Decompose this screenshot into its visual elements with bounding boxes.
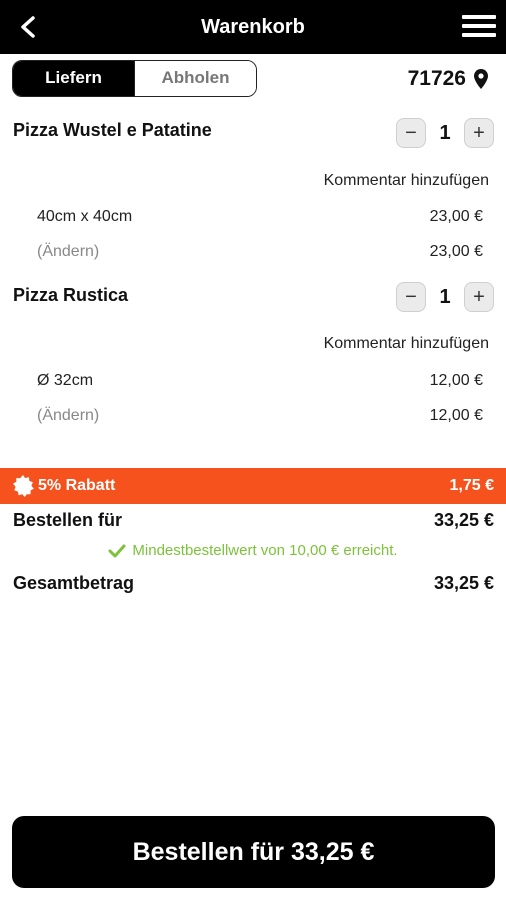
zip-code: 71726	[407, 67, 466, 90]
item-total: 12,00 €	[429, 407, 483, 424]
page-title: Warenkorb	[201, 16, 305, 38]
item-size-price: 12,00 €	[429, 372, 483, 389]
total-label: Gesamtbetrag	[13, 573, 135, 593]
delivery-mode-toggle: Liefern Abholen	[12, 60, 257, 97]
order-for-label: Bestellen für	[13, 510, 123, 530]
order-for-amount: 33,25 €	[433, 510, 494, 530]
item-size-price: 23,00 €	[429, 208, 483, 225]
checkmark-icon	[108, 544, 126, 557]
discount-label: 5% Rabatt	[38, 477, 116, 494]
total-amount: 33,25 €	[433, 573, 494, 593]
item-size: 40cm x 40cm	[37, 208, 133, 225]
tab-deliver[interactable]: Liefern	[13, 61, 134, 96]
add-comment-link[interactable]: Kommentar hinzufügen	[324, 172, 489, 190]
item-size: Ø 32cm	[37, 372, 94, 389]
add-comment-link[interactable]: Kommentar hinzufügen	[324, 335, 489, 353]
quantity-stepper: − 1 +	[396, 117, 494, 149]
place-order-button[interactable]: Bestellen für 33,25 €	[12, 816, 495, 888]
quantity-stepper: − 1 +	[396, 281, 494, 313]
discount-badge-icon	[13, 475, 34, 497]
hamburger-menu-icon[interactable]	[462, 15, 496, 39]
cart-item-name: Pizza Rustica	[13, 285, 129, 305]
min-order-note: Mindestbestellwert von 10,00 € erreicht.	[0, 542, 506, 559]
discount-amount: 1,75 €	[449, 477, 494, 494]
quantity-value: 1	[439, 121, 451, 144]
change-item-link[interactable]: (Ändern)	[37, 407, 99, 425]
discount-bar: 5% Rabatt 1,75 €	[0, 468, 506, 504]
decrease-quantity-button[interactable]: −	[396, 118, 426, 148]
location-pin-icon	[474, 69, 488, 89]
app-header: Warenkorb	[0, 0, 506, 54]
quantity-value: 1	[439, 285, 451, 308]
zip-code-selector[interactable]: 71726	[408, 64, 488, 94]
tab-pickup[interactable]: Abholen	[134, 61, 256, 96]
item-total: 23,00 €	[429, 243, 483, 260]
cart-item-name: Pizza Wustel e Patatine	[13, 120, 212, 140]
decrease-quantity-button[interactable]: −	[396, 282, 426, 312]
increase-quantity-button[interactable]: +	[464, 118, 494, 148]
change-item-link[interactable]: (Ändern)	[37, 243, 99, 261]
increase-quantity-button[interactable]: +	[464, 282, 494, 312]
min-order-text: Mindestbestellwert von 10,00 € erreicht.	[132, 542, 398, 559]
